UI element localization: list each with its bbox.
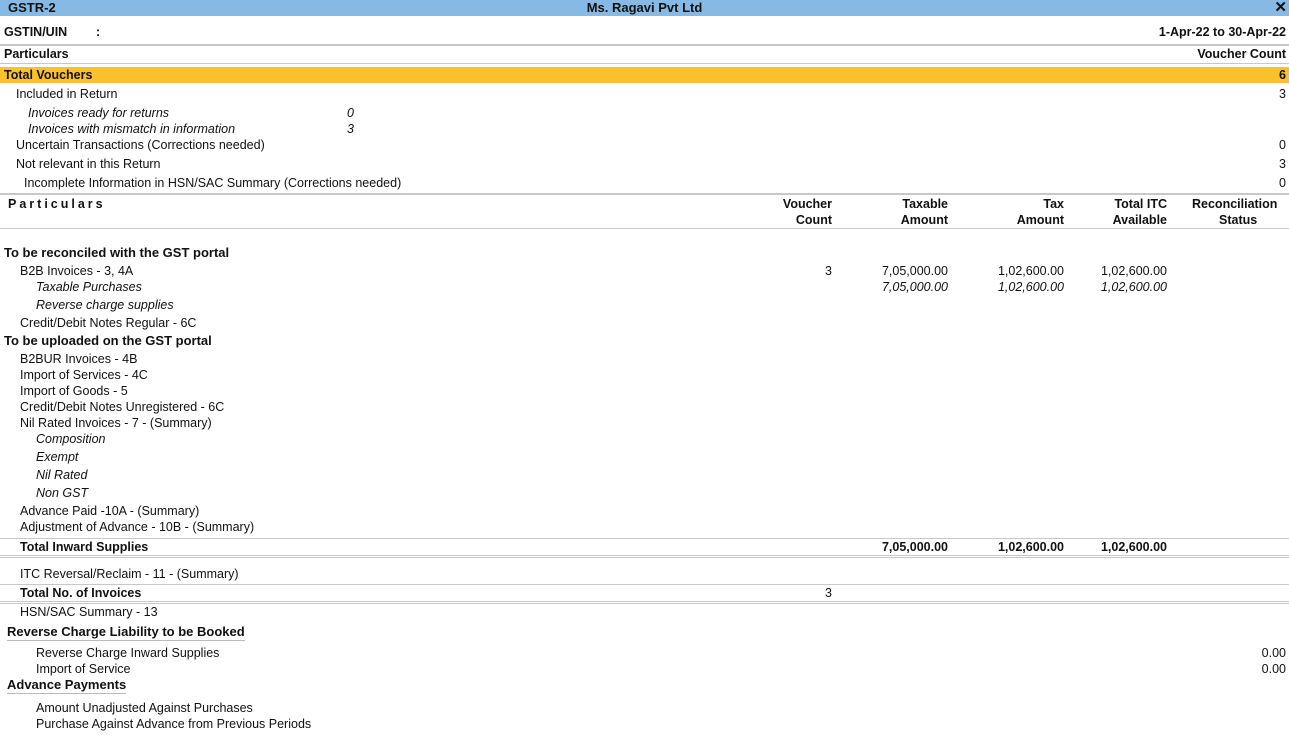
col-tax-1: Tax [1043,197,1064,211]
total-invoices-label: Total No. of Invoices [20,586,142,600]
invoices-ready-value: 0 [347,106,354,120]
total-invoices-count: 3 [825,586,832,600]
import-of-service-label[interactable]: Import of Service [36,661,130,677]
reverse-liability-heading: Reverse Charge Liability to be Booked [7,624,245,641]
included-in-return-label[interactable]: Included in Return [16,86,117,102]
b2b-invoices-itc: 1,02,600.00 [1100,264,1167,278]
total-vouchers-row[interactable] [0,67,1289,83]
divider [0,193,1289,195]
composition[interactable]: Composition [36,431,105,447]
total-inward-tax: 1,02,600.00 [997,540,1064,554]
b2bur-invoices[interactable]: B2BUR Invoices - 4B [20,351,137,367]
upload-heading: To be uploaded on the GST portal [4,333,212,348]
exempt[interactable]: Exempt [36,449,78,465]
reconcile-heading: To be reconciled with the GST portal [4,245,230,260]
import-of-service-value: 0.00 [1261,662,1286,676]
advance-paid[interactable]: Advance Paid -10A - (Summary) [20,503,199,519]
cdn-unregistered[interactable]: Credit/Debit Notes Unregistered - 6C [20,399,224,415]
taxable-purchases-itc: 1,02,600.00 [1100,280,1167,294]
invoices-mismatch-label[interactable]: Invoices with mismatch in information [28,121,235,137]
divider [0,44,1289,46]
total-inward-itc: 1,02,600.00 [1100,540,1167,554]
uncertain-transactions-value: 0 [1279,138,1286,152]
col-taxable-2: Amount [900,213,948,227]
non-gst[interactable]: Non GST [36,485,88,501]
divider [0,63,1289,64]
divider [0,557,1289,558]
title-bar: GSTR-2 Ms. Ragavi Pvt Ltd ✕ [0,0,1289,16]
taxable-purchases-label[interactable]: Taxable Purchases [36,279,142,295]
not-relevant-value: 3 [1279,157,1286,171]
period[interactable]: 1-Apr-22 to 30-Apr-22 [1159,24,1286,40]
taxable-purchases-tax: 1,02,600.00 [997,280,1064,294]
summary-col-particulars: Particulars [4,47,69,61]
divider [0,601,1289,602]
import-of-goods[interactable]: Import of Goods - 5 [20,383,128,399]
included-in-return-value: 3 [1279,87,1286,101]
divider [0,603,1289,604]
reverse-charge-supplies[interactable]: Reverse charge supplies [36,297,174,313]
total-inward-taxable: 7,05,000.00 [881,540,948,554]
hsn-sac-summary[interactable]: HSN/SAC Summary - 13 [20,604,158,620]
col-recon-2: Status [1219,213,1258,227]
advance-payments-heading: Advance Payments [7,677,127,694]
purchase-against-advance[interactable]: Purchase Against Advance from Previous P… [36,716,311,732]
invoices-ready-label[interactable]: Invoices ready for returns [28,105,169,121]
incomplete-hsn-value: 0 [1279,176,1286,190]
import-of-services[interactable]: Import of Services - 4C [20,367,148,383]
divider [0,584,1289,585]
gstin-label: GSTIN/UIN [4,25,68,39]
b2b-invoices-label[interactable]: B2B Invoices - 3, 4A [20,263,133,279]
adjustment-of-advance[interactable]: Adjustment of Advance - 10B - (Summary) [20,519,254,535]
b2b-invoices-tax: 1,02,600.00 [997,264,1064,278]
invoices-mismatch-value: 3 [347,122,354,136]
divider [0,538,1289,539]
col-voucher-count-2: Count [795,213,832,227]
gstin-separator: : [96,25,101,39]
col-voucher-count-1: Voucher [782,197,832,211]
b2b-invoices-taxable: 7,05,000.00 [881,264,948,278]
uncertain-transactions-label[interactable]: Uncertain Transactions (Corrections need… [16,137,265,153]
col-itc-1: Total ITC [1114,197,1167,211]
cdn-regular[interactable]: Credit/Debit Notes Regular - 6C [20,315,196,331]
col-particulars: Particulars [8,197,106,211]
summary-col-voucher-count: Voucher Count [1197,47,1286,61]
col-recon-1: Reconciliation [1192,197,1278,211]
close-icon[interactable]: ✕ [1274,0,1287,16]
not-relevant-label[interactable]: Not relevant in this Return [16,156,161,172]
rc-inward-supplies-label[interactable]: Reverse Charge Inward Supplies [36,645,219,661]
taxable-purchases-taxable: 7,05,000.00 [881,280,948,294]
col-tax-2: Amount [1016,213,1064,227]
col-itc-2: Available [1112,213,1167,227]
itc-reversal[interactable]: ITC Reversal/Reclaim - 11 - (Summary) [20,566,239,582]
incomplete-hsn-label[interactable]: Incomplete Information in HSN/SAC Summar… [24,175,401,191]
divider [0,555,1289,556]
nil-rated-invoices[interactable]: Nil Rated Invoices - 7 - (Summary) [20,415,212,431]
divider [0,228,1289,229]
total-vouchers-label[interactable]: Total Vouchers [4,67,92,83]
total-vouchers-value: 6 [1279,68,1286,82]
company-name: Ms. Ragavi Pvt Ltd [586,0,703,15]
rc-inward-supplies-value: 0.00 [1261,646,1286,660]
nil-rated[interactable]: Nil Rated [36,467,87,483]
amount-unadjusted[interactable]: Amount Unadjusted Against Purchases [36,700,253,716]
total-inward-label: Total Inward Supplies [20,540,149,554]
col-taxable-1: Taxable [902,197,948,211]
b2b-invoices-count: 3 [825,264,832,278]
